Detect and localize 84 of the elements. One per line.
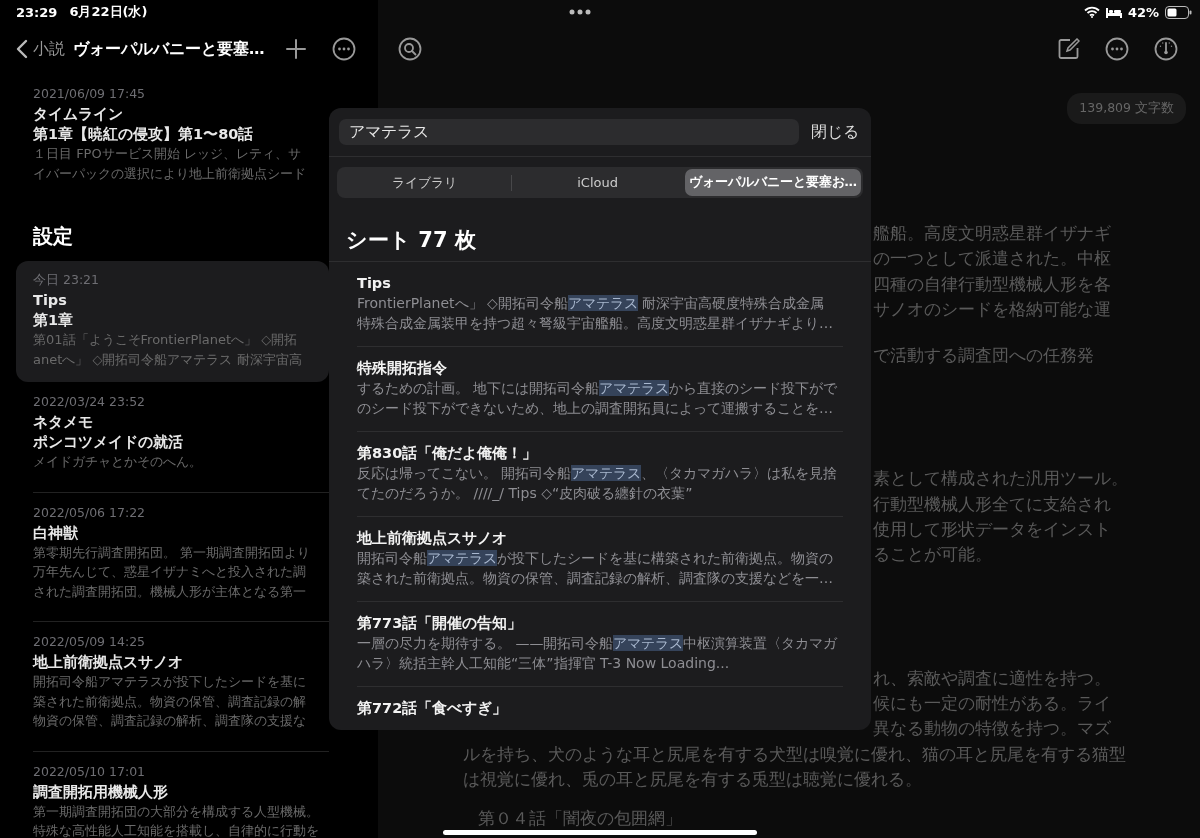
document-text-line: で活動する調査団への任務発 xyxy=(873,344,1094,368)
results-heading: シート 77 枚 xyxy=(329,198,871,262)
sheet-preview: イバーパックの選択により地上前衛拠点シード xyxy=(33,164,306,183)
sheet-preview: 特殊な高性能人工知能を搭載し、自律的に行動を xyxy=(33,822,319,838)
selected-sheet-item[interactable]: 今日 23:21 Tips 第1章 第01話「ようこそFrontierPlanetへ」 ◇開拓 anetへ」 ◇開拓司令船アマテラス 耐深宇宙高 xyxy=(16,261,329,382)
result-snippet: FrontierPlanetへ」 ◇開拓司令船アマテラス 耐深宇宙高硬度特殊合成金属 xyxy=(357,294,826,313)
result-title[interactable]: 第830話「俺だよ俺俺！」 xyxy=(357,443,843,463)
folder-title: ヴォーパルバニーと要塞… xyxy=(73,38,265,60)
document-text-line: 候にも一定の耐性がある。ライ xyxy=(873,691,1111,715)
multitasking-dots-icon[interactable] xyxy=(569,9,592,15)
sheet-preview: 築された前衛拠点。物資の保管、調査記録の解 xyxy=(33,692,306,711)
result-snippet: てたのだろうか。 ////_/ Tips ◇“皮肉破る纏針の衣葉” xyxy=(357,484,694,503)
result-snippet: 築された前衛拠点。物資の保管、調査記録の解析、調査隊の支援などを一… xyxy=(357,569,834,588)
sheet-date: 2022/05/10 17:01 xyxy=(33,762,147,781)
sheet-subtitle: ポンコツメイドの就活 xyxy=(33,433,184,452)
result-title[interactable]: 地上前衛拠点スサノオ xyxy=(357,528,843,548)
wifi-icon xyxy=(1083,6,1100,18)
more-icon[interactable] xyxy=(332,37,356,61)
result-title[interactable]: Tips xyxy=(357,273,843,293)
search-icon[interactable] xyxy=(398,37,422,61)
status-date: 6月22日(水) xyxy=(69,3,148,21)
scope-segment[interactable]: ライブラリ xyxy=(339,169,511,196)
result-snippet: 開拓司令船アマテラスが投下したシードを基に構築された前衛拠点。物資の xyxy=(357,549,834,568)
compose-icon[interactable] xyxy=(1058,38,1080,60)
sheet-title: 白神獣 xyxy=(33,523,79,543)
sheet-title: タイムライン xyxy=(33,105,124,124)
status-time: 23:29 xyxy=(16,4,58,20)
document-text-line: ルを持ち、犬のような耳と尻尾を有する犬型は嗅覚に優れ、猫の耳と尻尾を有する猫型 xyxy=(463,742,1126,766)
document-text-line: 素として構成された汎用ツール。 xyxy=(873,467,1128,491)
battery-icon xyxy=(1165,5,1192,19)
sheet-date: 2022/03/24 23:52 xyxy=(33,393,147,411)
result-snippet: 一層の尽力を期待する。 ——開拓司令船アマテラス中枢演算装置〈タカマガ xyxy=(357,634,839,653)
sheet-title: 調査開拓用機械人形 xyxy=(33,782,169,802)
result-title[interactable]: 特殊開拓指令 xyxy=(357,358,843,378)
sheet-title: ネタメモ xyxy=(33,413,94,432)
sheet-date: 今日 23:21 xyxy=(33,271,100,289)
sheet-preview: 万年先んじて、惑星イザナミへと投入された調 xyxy=(33,563,306,581)
sheet-preview: 物資の保管、調査記録の解析、調査隊の支援な xyxy=(33,712,306,730)
document-text-line: 四種の自律行動型機械人形を各 xyxy=(873,272,1111,296)
document-text-line: の一つとして派遣された。中枢 xyxy=(873,247,1111,271)
result-title[interactable]: 第773話「開催の告知」 xyxy=(357,613,843,633)
sheet-item[interactable]: 2022/05/09 14:25 地上前衛拠点スサノオ 開拓司令船アマテラスが投下したシードを基に 築された前衛拠点。物資の保管、調査記録の解 物資の保管、調査記録の解析、調査隊の支援な xyxy=(16,622,329,743)
document-text-line: れ、索敵や調査に適性を持つ。 xyxy=(873,666,1111,690)
sheet-item[interactable]: 2021/06/09 17:45 タイムライン 第1章【暁紅の侵攻】第1〜80話 １日目 FPOサービス開始 レッジ、レティ、サ イバーパックの選択により地上前衛拠点シード xyxy=(16,74,329,195)
sheet-preview: 開拓司令船アマテラスが投下したシードを基に xyxy=(33,673,306,691)
scope-segment[interactable]: iCloud xyxy=(511,169,684,196)
plus-icon[interactable] xyxy=(286,39,306,59)
result-snippet: するための計画。 地下には開拓司令船アマテラスから直接のシード投下がで xyxy=(357,379,839,398)
battery-percent: 42% xyxy=(1127,4,1159,20)
gauge-icon[interactable] xyxy=(1154,37,1178,61)
sheet-preview: anetへ」 ◇開拓司令船アマテラス 耐深宇宙高 xyxy=(33,350,302,369)
document-text-line: 異なる動物の特徴を持つ。マズ xyxy=(873,717,1111,741)
back-button[interactable]: 小説 xyxy=(12,38,69,60)
sheet-date: 2022/05/06 17:22 xyxy=(33,503,147,522)
document-text-line: 行動型機械人形全てに支給され xyxy=(873,492,1111,516)
sheet-title: Tips xyxy=(33,291,68,310)
sheet-subtitle: 第1章【暁紅の侵攻】第1〜80話 xyxy=(33,125,255,144)
more-icon[interactable] xyxy=(1105,37,1129,61)
sheet-item[interactable]: 2022/03/24 23:52 ネタメモ ポンコツメイドの就活 メイドガチャとかそのへん。 xyxy=(16,382,329,484)
sheet-date: 2022/05/09 14:25 xyxy=(33,633,147,651)
result-snippet: ハラ〉統括主幹人工知能“三体”指揮官 T-3 Now Loading... xyxy=(357,654,731,673)
bed-icon xyxy=(1105,6,1122,18)
result-snippet: のシード投下ができないため、地上の調査開拓員によって運搬することを… xyxy=(357,399,834,418)
chevron-left-icon xyxy=(16,39,28,59)
result-snippet: 反応は帰ってこない。 開拓司令船アマテラス、〈タカマガハラ〉は私を見捨 xyxy=(357,464,839,483)
document-text-line: 使用して形状データをインスト xyxy=(873,518,1111,542)
word-count-badge: 139,809 文字数 xyxy=(1067,93,1186,124)
search-field[interactable]: アマテラス xyxy=(339,119,799,145)
sheet-preview: 第01話「ようこそFrontierPlanetへ」 ◇開拓 xyxy=(33,331,298,349)
sheet-date: 2021/06/09 17:45 xyxy=(33,85,147,103)
document-text-line: 第０４話「闇夜の包囲網」 xyxy=(478,808,682,829)
result-snippet: 特殊合成金属装甲を持つ超々弩級宇宙艦船。高度文明惑星群イザナギより… xyxy=(357,314,834,333)
sheet-preview: １日目 FPOサービス開始 レッジ、レティ、サ xyxy=(33,145,301,163)
sheet-title: 地上前衛拠点スサノオ xyxy=(33,653,184,672)
scope-segment[interactable]: ヴォーパルバニーと要塞お… xyxy=(684,169,861,196)
document-text-line: は視覚に優れ、兎の耳と尻尾を有する兎型は聴覚に優れる。 xyxy=(463,767,922,791)
close-button[interactable]: 閉じる xyxy=(811,121,859,143)
document-text-line: サノオのシードを格納可能な運 xyxy=(873,297,1111,321)
sheet-preview: メイドガチャとかそのへん。 xyxy=(33,453,202,471)
document-text-line: 艦船。高度文明惑星群イザナギ xyxy=(873,222,1111,245)
result-title[interactable]: 第772話「食べすぎ」 xyxy=(357,698,843,718)
section-heading: 設定 xyxy=(33,223,74,250)
document-text-line: ることが可能。 xyxy=(873,543,992,567)
sheet-subtitle: 第1章 xyxy=(33,311,75,330)
